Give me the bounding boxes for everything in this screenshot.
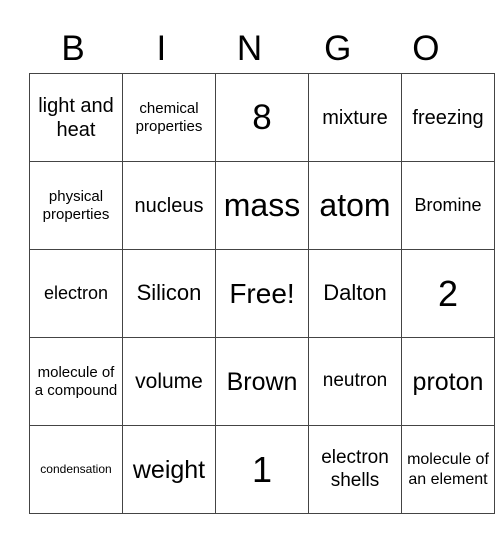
bingo-cell[interactable]: molecule of a compound [29, 337, 123, 426]
header-letter-o: O [412, 29, 440, 68]
bingo-cell[interactable]: electron shells [308, 425, 402, 514]
bingo-header: B I N G O [29, 26, 470, 72]
header-letter-n: N [236, 29, 263, 68]
bingo-cell[interactable]: freezing [401, 73, 495, 162]
bingo-cell[interactable]: 1 [215, 425, 309, 514]
bingo-row: molecule of a compound volume Brown neut… [29, 337, 495, 426]
free-space-cell[interactable]: Free! [215, 249, 309, 338]
header-letter-b: B [61, 29, 85, 68]
bingo-cell[interactable]: mixture [308, 73, 402, 162]
bingo-cell[interactable]: Dalton [308, 249, 402, 338]
bingo-cell[interactable]: 2 [401, 249, 495, 338]
bingo-cell[interactable]: proton [401, 337, 495, 426]
bingo-grid: light and heat chemical properties 8 mix… [29, 73, 495, 514]
bingo-cell[interactable]: volume [122, 337, 216, 426]
bingo-cell[interactable]: weight [122, 425, 216, 514]
header-letter-g: G [324, 29, 352, 68]
bingo-row: light and heat chemical properties 8 mix… [29, 73, 495, 162]
bingo-row: condensation weight 1 electron shells mo… [29, 425, 495, 514]
bingo-cell[interactable]: mass [215, 161, 309, 250]
bingo-cell[interactable]: neutron [308, 337, 402, 426]
bingo-cell[interactable]: chemical properties [122, 73, 216, 162]
bingo-cell[interactable]: 8 [215, 73, 309, 162]
bingo-row: physical properties nucleus mass atom Br… [29, 161, 495, 250]
bingo-row: electron Silicon Free! Dalton 2 [29, 249, 495, 338]
header-letter-i: I [156, 29, 167, 68]
bingo-cell[interactable]: Brown [215, 337, 309, 426]
bingo-cell[interactable]: Bromine [401, 161, 495, 250]
bingo-cell[interactable]: nucleus [122, 161, 216, 250]
bingo-cell[interactable]: molecule of an element [401, 425, 495, 514]
bingo-cell[interactable]: physical properties [29, 161, 123, 250]
bingo-cell[interactable]: light and heat [29, 73, 123, 162]
bingo-cell[interactable]: atom [308, 161, 402, 250]
bingo-cell[interactable]: condensation [29, 425, 123, 514]
bingo-cell[interactable]: electron [29, 249, 123, 338]
bingo-cell[interactable]: Silicon [122, 249, 216, 338]
